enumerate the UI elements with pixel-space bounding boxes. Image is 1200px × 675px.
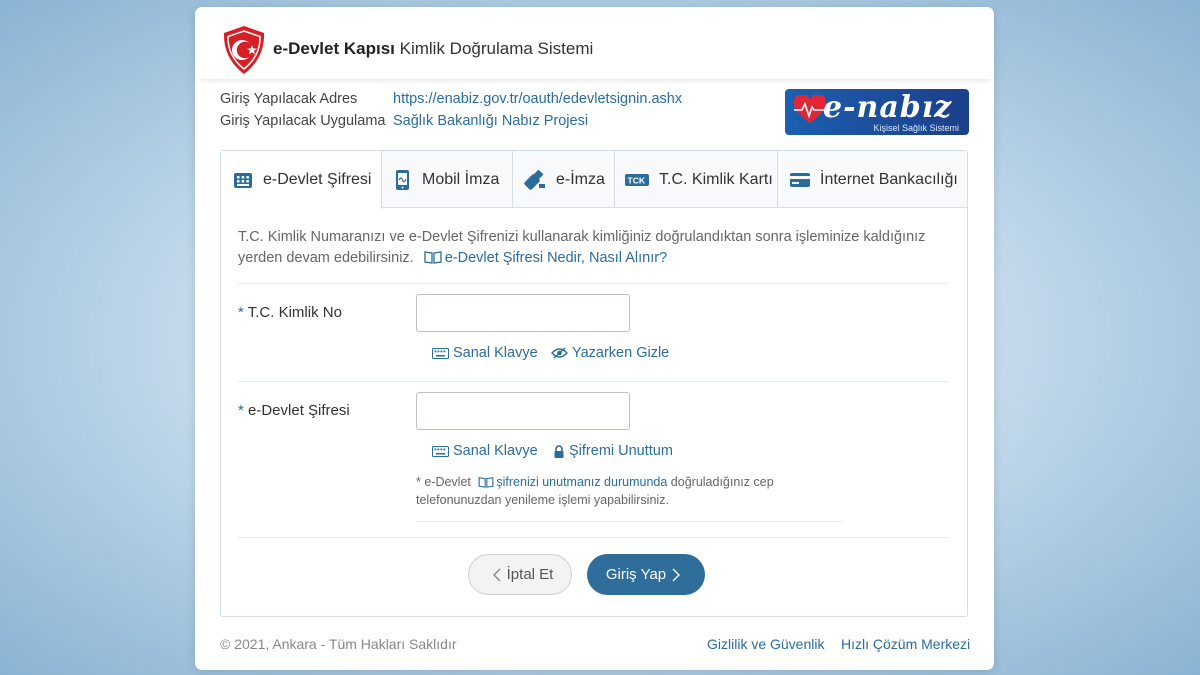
page-title: e-Devlet Kapısı Kimlik Doğrulama Sistemi xyxy=(273,39,594,58)
login-card: e-Devlet Kapısı Kimlik Doğrulama Sistemi… xyxy=(195,7,994,670)
heart-icon xyxy=(793,95,827,123)
divider xyxy=(416,521,843,522)
help-center-link[interactable]: Hızlı Çözüm Merkezi xyxy=(841,636,970,652)
tab-edevlet-password[interactable]: e-Devlet Şifresi xyxy=(221,151,382,209)
virtual-keyboard-link[interactable]: Sanal Klavye xyxy=(432,345,538,361)
privacy-link[interactable]: Gizlilik ve Güvenlik xyxy=(707,636,824,652)
target-app-value: Sağlık Bakanlığı Nabız Projesi xyxy=(393,113,589,129)
virtual-keyboard-link[interactable]: Sanal Klavye xyxy=(432,443,538,459)
enabiz-brand: e-nabız xyxy=(823,90,953,125)
tab-label: e-Devlet Şifresi xyxy=(263,171,372,188)
divider xyxy=(238,381,948,382)
copyright: © 2021, Ankara - Tüm Hakları Saklıdır xyxy=(220,636,457,652)
target-address-label: Giriş Yapılacak Adres xyxy=(220,91,358,107)
tckn-label: * T.C. Kimlik No xyxy=(238,304,342,321)
divider xyxy=(238,283,948,284)
tab-label: e-İmza xyxy=(556,170,605,188)
tab-mobile-signature[interactable]: Mobil İmza xyxy=(382,151,513,208)
auth-tabs: e-Devlet Şifresi Mobil İmza e-İmza TCK T… xyxy=(221,151,968,209)
keyboard-icon xyxy=(432,347,449,359)
forgot-password-info-link[interactable]: şifrenizi unutmanız durumunda xyxy=(474,475,670,489)
credit-card-icon xyxy=(790,172,810,187)
password-label: * e-Devlet Şifresi xyxy=(238,402,350,419)
divider xyxy=(238,537,948,538)
edevlet-logo xyxy=(223,26,265,74)
password-input[interactable] xyxy=(416,392,630,430)
enabiz-subtitle: Kişisel Sağlık Sistemi xyxy=(873,123,959,133)
cancel-button[interactable]: İptal Et xyxy=(468,554,572,595)
keypad-icon xyxy=(234,173,252,188)
book-icon xyxy=(478,477,494,488)
mobile-signature-icon xyxy=(396,169,409,190)
tab-label: Mobil İmza xyxy=(422,170,500,188)
id-card-icon: TCK xyxy=(625,173,649,186)
edevlet-password-help-link[interactable]: e-Devlet Şifresi Nedir, Nasıl Alınır? xyxy=(418,250,667,266)
header: e-Devlet Kapısı Kimlik Doğrulama Sistemi xyxy=(195,7,994,79)
login-button[interactable]: Giriş Yap xyxy=(587,554,705,595)
book-icon xyxy=(424,251,442,264)
chevron-right-icon xyxy=(672,568,681,581)
svg-text:TCK: TCK xyxy=(628,175,646,185)
tab-label: İnternet Bankacılığı xyxy=(820,170,958,188)
eye-slash-icon xyxy=(551,347,568,359)
tab-id-card[interactable]: TCK T.C. Kimlik Kartı xyxy=(615,151,778,208)
auth-description: T.C. Kimlik Numaranızı ve e-Devlet Şifre… xyxy=(238,229,926,266)
enabiz-logo: e-nabız Kişisel Sağlık Sistemi xyxy=(785,89,969,135)
target-app-label: Giriş Yapılacak Uygulama xyxy=(220,113,386,129)
hide-while-typing-link[interactable]: Yazarken Gizle xyxy=(551,345,669,361)
password-reset-note: * e-Devlet şifrenizi unutmanız durumunda… xyxy=(416,475,774,507)
chevron-left-icon xyxy=(492,568,501,581)
tckn-input[interactable] xyxy=(416,294,630,332)
keyboard-icon xyxy=(432,445,449,457)
tab-label: T.C. Kimlik Kartı xyxy=(659,170,773,188)
tab-internet-banking[interactable]: İnternet Bankacılığı xyxy=(778,151,968,208)
usb-token-icon xyxy=(524,169,545,190)
forgot-password-link[interactable]: Şifremi Unuttum xyxy=(553,443,673,459)
lock-icon xyxy=(554,444,564,458)
tab-e-signature[interactable]: e-İmza xyxy=(513,151,615,208)
auth-panel: e-Devlet Şifresi Mobil İmza e-İmza TCK T… xyxy=(220,150,968,617)
target-address-link[interactable]: https://enabiz.gov.tr/oauth/edevletsigni… xyxy=(393,91,682,107)
